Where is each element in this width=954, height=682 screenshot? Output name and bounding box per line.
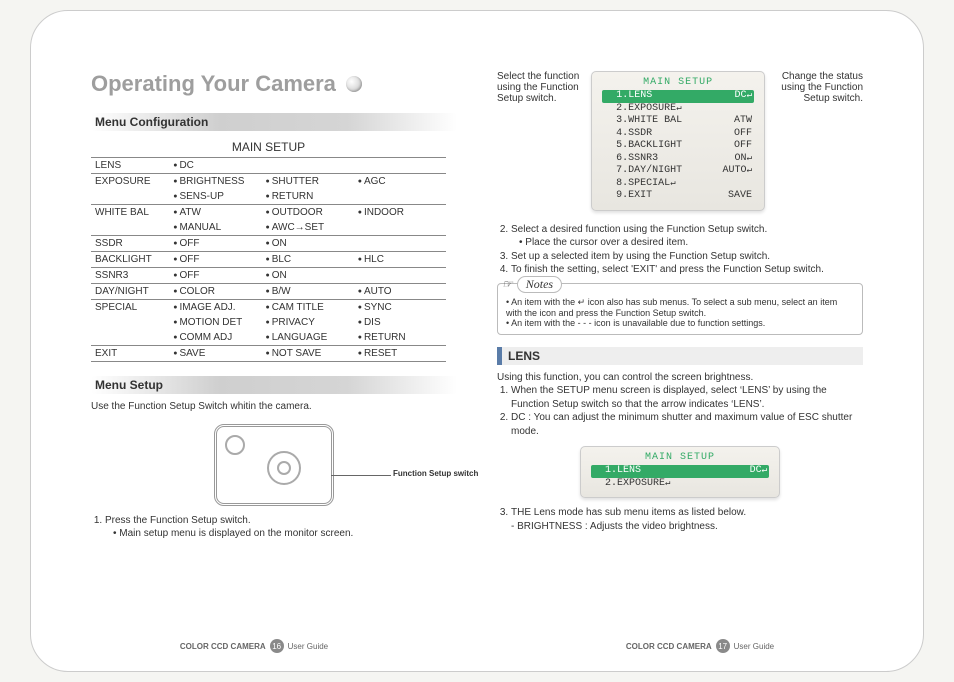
table-row: SPECIALIMAGE ADJ.CAM TITLESYNC [91,300,446,316]
camera-diagram: Function Setup switch [214,424,334,506]
left-steps: Press the Function Setup switch. Main se… [91,514,457,541]
left-column: Operating Your Camera Menu Configuration… [91,71,457,591]
osd-main-setup: MAIN SETUP ▶ 1.LENSDC 2.EXPOSURE 3.WHITE… [591,71,765,211]
lens-step-1: When the SETUP menu screen is displayed,… [511,384,863,411]
osd-row: 3.WHITE BALATW [602,115,754,128]
table-row: BACKLIGHTOFFBLCHLC [91,252,446,268]
osd-row: ▶ 1.LENSDC [591,465,769,478]
camera-caption: Function Setup switch [393,469,478,478]
table-title: MAIN SETUP [91,137,446,158]
page-title: Operating Your Camera [91,71,336,97]
table-row: SSDROFFON [91,236,446,252]
section-menu-setup: Menu Setup [91,376,457,394]
section-lens: LENS [497,347,863,365]
page-num-right: 17 [716,639,730,653]
table-row: DAY/NIGHTCOLORB/WAUTO [91,284,446,300]
table-row: WHITE BALATWOUTDOORINDOOR [91,205,446,221]
osd-row: 2.EXPOSURE [591,478,769,491]
right-column: Select the function using the Function S… [497,71,863,591]
table-row: EXITSAVENOT SAVERESET [91,346,446,362]
table-row: LENSDC [91,158,446,174]
lens-steps-cont: THE Lens mode has sub menu items as list… [497,506,863,533]
right-step-3: Set up a selected item by using the Func… [511,250,863,264]
dpad-icon [267,451,301,485]
osd-row: 8.SPECIAL [602,178,754,191]
right-step-4: To finish the setting, select 'EXIT' and… [511,263,863,277]
osd-lens: MAIN SETUP ▶ 1.LENSDC 2.EXPOSURE [580,446,780,498]
orb-icon [346,76,362,92]
right-steps: Select a desired function using the Func… [497,223,863,277]
osd-row: 2.EXPOSURE [602,103,754,116]
table-row: EXPOSUREBRIGHTNESSSHUTTERAGC [91,174,446,190]
table-row: MANUALAWC→SET [91,220,446,236]
osd-row: 9.EXITSAVE [602,190,754,203]
table-row: SSNR3OFFON [91,268,446,284]
osd2-title: MAIN SETUP [591,452,769,463]
osd-row: 6.SSNR3ON [602,153,754,166]
lens-step-3: THE Lens mode has sub menu items as list… [511,506,863,533]
menu-config-table: MAIN SETUP LENSDCEXPOSUREBRIGHTNESSSHUTT… [91,137,446,362]
osd-title: MAIN SETUP [602,77,754,88]
table-row: MOTION DETPRIVACYDIS [91,315,446,330]
osd-row: 4.SSDROFF [602,128,754,141]
notes-label: Notes [517,276,562,293]
camera-lens-icon [225,435,245,455]
page-frame: Operating Your Camera Menu Configuration… [30,10,924,672]
hand-icon: ☞ [502,277,513,292]
left-step-1: Press the Function Setup switch. Main se… [105,514,457,541]
section-menu-config: Menu Configuration [91,113,457,131]
osd-row: 5.BACKLIGHTOFF [602,140,754,153]
right-step-2: Select a desired function using the Func… [511,223,863,250]
lens-intro: Using this function, you can control the… [497,371,863,385]
page-num-left: 16 [270,639,284,653]
osd-row: ▶ 1.LENSDC [602,90,754,103]
lens-step-2: DC : You can adjust the minimum shutter … [511,411,863,438]
footer: COLOR CCD CAMERA 16 User Guide COLOR CCD… [31,639,923,653]
lens-steps: When the SETUP menu screen is displayed,… [497,384,863,438]
osd-row: 7.DAY/NIGHTAUTO [602,165,754,178]
table-row: SENS-UPRETURN [91,189,446,205]
menu-setup-text: Use the Function Setup Switch whitin the… [91,400,457,414]
table-row: COMM ADJLANGUAGERETURN [91,330,446,346]
osd-annotation-right: Change the status using the Function Set… [771,71,863,104]
notes-box: ☞ Notes • An item with the ↵ icon also h… [497,283,863,335]
osd-annotation-left: Select the function using the Function S… [497,71,585,104]
